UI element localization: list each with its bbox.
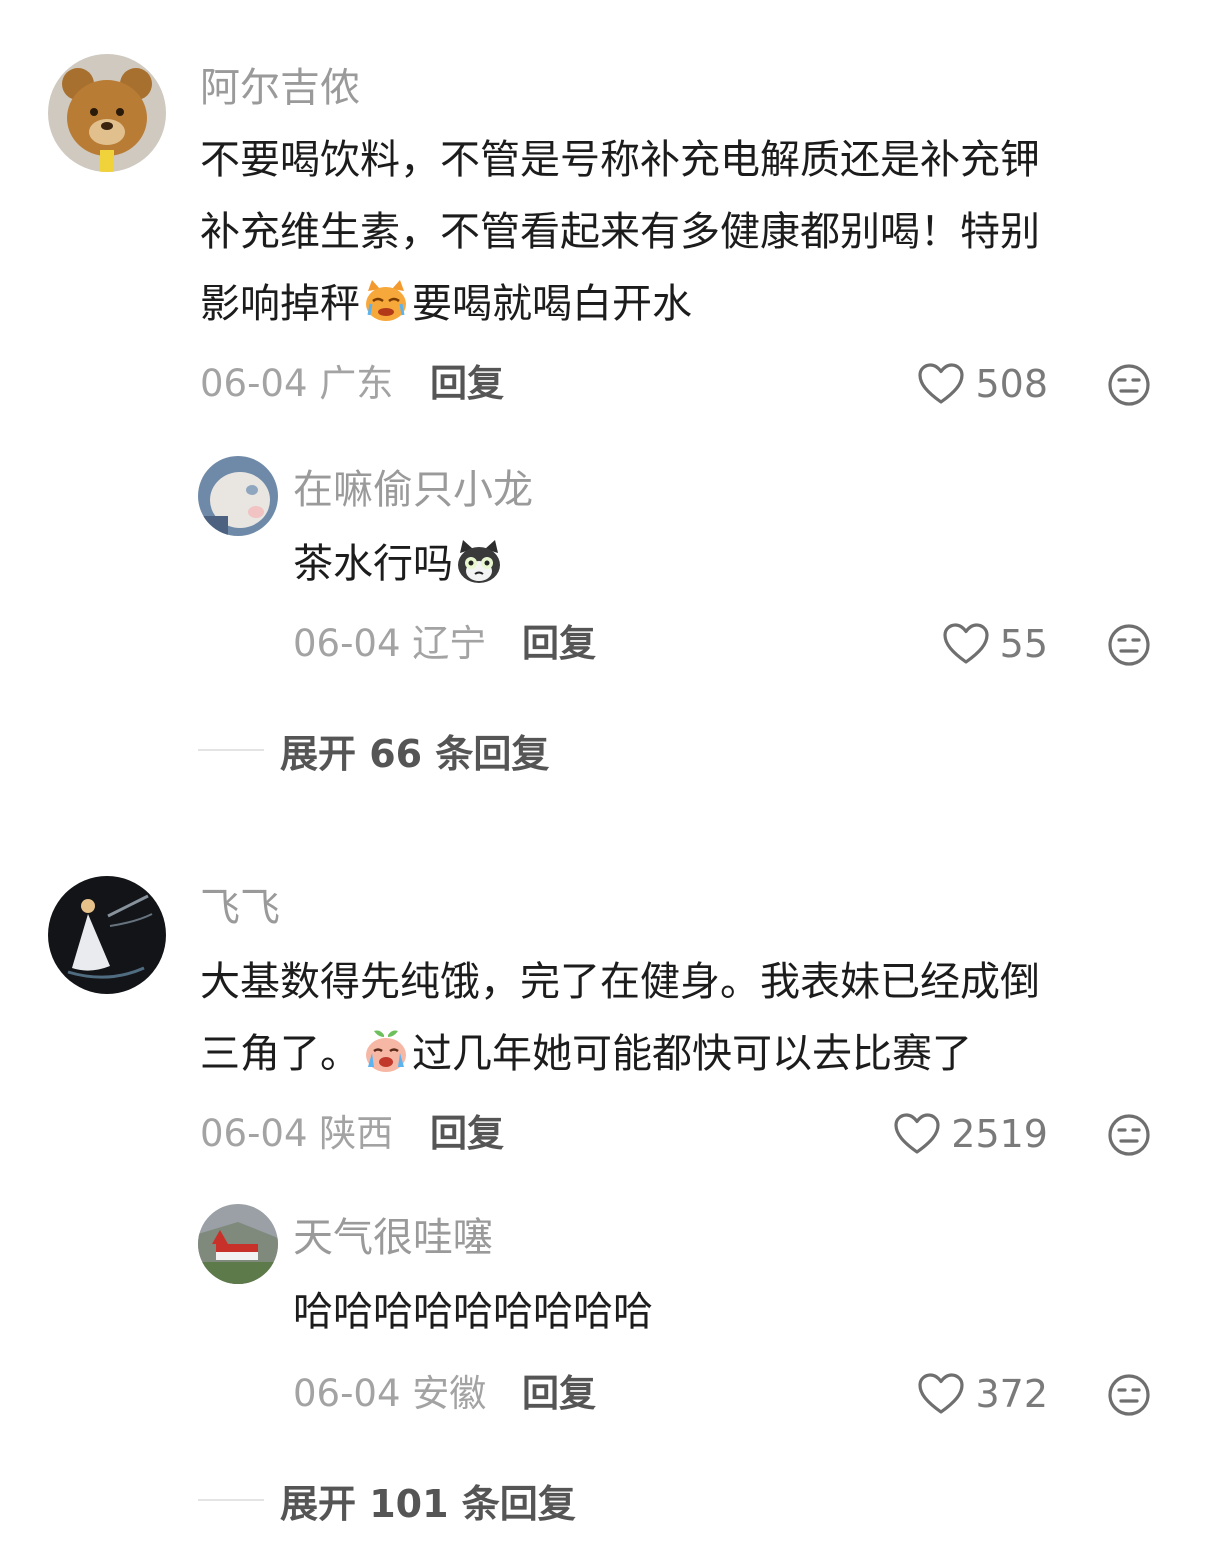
- neutral-face-icon[interactable]: [1107, 1373, 1151, 1417]
- neutral-face-icon[interactable]: [1107, 623, 1151, 667]
- like-button[interactable]: 508: [917, 360, 1048, 408]
- heart-outline-icon: [917, 362, 965, 406]
- reply-button[interactable]: 回复: [430, 1112, 504, 1156]
- like-button[interactable]: 2519: [893, 1110, 1048, 1158]
- comment-username[interactable]: 阿尔吉侬: [200, 64, 360, 112]
- like-button[interactable]: 55: [942, 620, 1048, 668]
- comment-text-line: 补充维生素，不管看起来有多健康都别喝！特别: [200, 209, 1040, 255]
- comment-text-line: 大基数得先纯饿，完了在健身。我表妹已经成倒: [200, 959, 1040, 1005]
- reply-date: 06-04: [293, 622, 401, 665]
- reply-button[interactable]: 回复: [522, 622, 596, 666]
- expand-replies-button[interactable]: 展开 101 条回复: [198, 1476, 576, 1526]
- comment-location: 广东: [319, 362, 394, 405]
- comment-text-segment: 过几年她可能都快可以去比赛了: [412, 1031, 972, 1077]
- reply-text-segment: 茶水行吗: [293, 541, 453, 587]
- reply-text: 哈哈哈哈哈哈哈哈哈: [293, 1289, 653, 1335]
- like-count: 508: [975, 362, 1048, 406]
- teddy-bear-avatar[interactable]: [48, 54, 166, 172]
- comment-text-segment: 三角了。: [200, 1031, 360, 1077]
- reply-button[interactable]: 回复: [522, 1372, 596, 1416]
- like-button[interactable]: 372: [917, 1370, 1048, 1418]
- reply-text: 茶水行吗: [293, 528, 505, 600]
- comment-location: 陕西: [319, 1112, 394, 1155]
- neutral-face-icon[interactable]: [1107, 1113, 1151, 1157]
- like-count: 2519: [951, 1112, 1048, 1156]
- divider-line: [198, 1499, 264, 1501]
- divider-line: [198, 749, 264, 751]
- comment-text-line: 影响掉秤 要喝就喝白开水: [200, 268, 692, 340]
- comment-meta: 06-04 广东: [200, 362, 393, 406]
- expand-replies-label: 展开 66 条回复: [280, 731, 550, 776]
- reply-date: 06-04: [293, 1372, 401, 1415]
- reply-location: 安徽: [412, 1372, 487, 1415]
- heart-outline-icon: [942, 622, 990, 666]
- reply-username[interactable]: 在嘛偷只小龙: [293, 466, 533, 514]
- like-count: 55: [999, 622, 1048, 666]
- shocked-cat-emoji: [455, 536, 503, 584]
- comment-text-line: 不要喝饮料，不管是号称补充电解质还是补充钾: [200, 137, 1040, 183]
- crying-cat-emoji: [362, 276, 410, 324]
- comment-text-segment: 影响掉秤: [200, 281, 360, 327]
- reply-meta: 06-04 安徽: [293, 1372, 486, 1416]
- dancer-avatar[interactable]: [48, 876, 166, 994]
- comment-date: 06-04: [200, 1112, 308, 1155]
- comment-date: 06-04: [200, 362, 308, 405]
- expand-replies-label: 展开 101 条回复: [280, 1481, 576, 1526]
- like-count: 372: [975, 1372, 1048, 1416]
- comment-text-segment: 要喝就喝白开水: [412, 281, 692, 327]
- comment-username[interactable]: 飞飞: [200, 884, 280, 932]
- reply-meta: 06-04 辽宁: [293, 622, 486, 666]
- heart-outline-icon: [917, 1372, 965, 1416]
- expand-replies-button[interactable]: 展开 66 条回复: [198, 726, 549, 776]
- neutral-face-icon[interactable]: [1107, 363, 1151, 407]
- crying-peach-emoji: [362, 1026, 410, 1074]
- heart-outline-icon: [893, 1112, 941, 1156]
- comment-meta: 06-04 陕西: [200, 1112, 393, 1156]
- reply-location: 辽宁: [412, 622, 487, 665]
- comment-text-line: 三角了。 过几年她可能都快可以去比赛了: [200, 1018, 972, 1090]
- white-cat-avatar[interactable]: [198, 456, 278, 536]
- reply-button[interactable]: 回复: [430, 362, 504, 406]
- church-landscape-avatar[interactable]: [198, 1204, 278, 1284]
- reply-username[interactable]: 天气很哇噻: [293, 1214, 493, 1262]
